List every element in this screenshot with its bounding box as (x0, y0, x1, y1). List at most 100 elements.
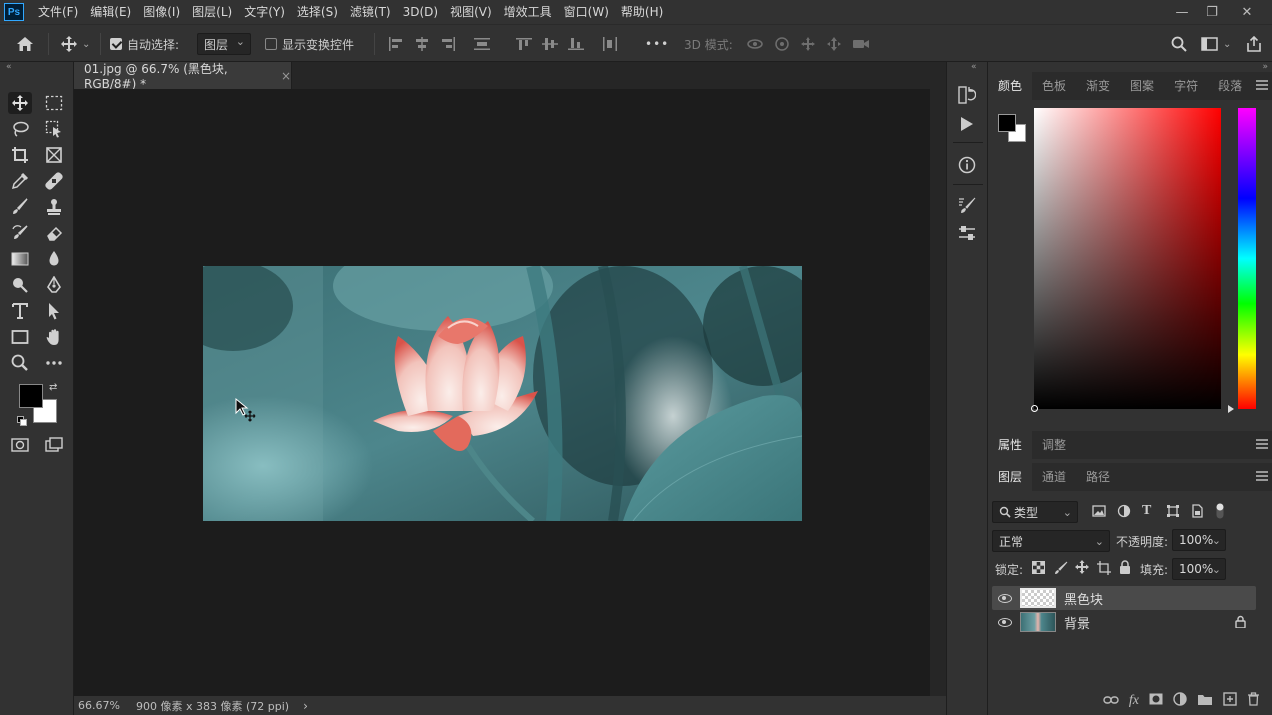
align-bottom-icon[interactable] (568, 25, 584, 63)
quick-mask-icon[interactable] (8, 434, 32, 456)
align-hcenter-icon[interactable] (414, 25, 430, 63)
lock-artboard-icon[interactable] (1097, 561, 1111, 578)
panel-tab-layers-tabs-1[interactable]: 通道 (1032, 463, 1076, 491)
properties-panel-menu-icon[interactable] (1256, 439, 1268, 449)
screen-mode-icon[interactable] (42, 434, 66, 456)
more-options-icon[interactable]: ••• (645, 25, 669, 63)
object-selection-tool-icon[interactable] (42, 118, 66, 140)
filter-smart-object-icon[interactable] (1190, 504, 1204, 521)
zoom-tool-icon[interactable] (8, 352, 32, 374)
color-panel-menu-icon[interactable] (1256, 80, 1268, 90)
menu-item-10[interactable]: 窗口(W) (558, 0, 615, 24)
pan-3d-icon[interactable] (800, 25, 816, 63)
canvas-area[interactable] (74, 89, 930, 696)
lock-transparent-pixels-icon[interactable] (1032, 561, 1045, 577)
panel-tab-color-tabs-4[interactable]: 字符 (1164, 72, 1208, 100)
auto-select-checkbox[interactable]: 自动选择: (110, 25, 179, 63)
foreground-color-swatch[interactable] (19, 384, 43, 408)
filter-adjustment-layer-icon[interactable] (1117, 504, 1131, 521)
panel-tab-color-tabs-3[interactable]: 图案 (1120, 72, 1164, 100)
share-icon[interactable] (1246, 25, 1262, 63)
pen-tool-icon[interactable] (42, 274, 66, 296)
show-transform-checkbox[interactable]: 显示变换控件 (265, 25, 354, 63)
scale-3d-camera-icon[interactable] (852, 25, 870, 63)
panel-tab-color-tabs-5[interactable]: 段落 (1208, 72, 1252, 100)
document-tab[interactable]: 01.jpg @ 66.7% (黑色块, RGB/8#) * × (74, 62, 292, 91)
hue-slider[interactable] (1238, 108, 1256, 409)
workspace-icon[interactable]: ⌄ (1201, 25, 1231, 63)
align-right-icon[interactable] (440, 25, 456, 63)
brush-tool-icon[interactable] (8, 196, 32, 218)
color-panel-foreground-swatch[interactable] (998, 114, 1016, 132)
panel-tab-color-tabs-1[interactable]: 色板 (1032, 72, 1076, 100)
menu-item-7[interactable]: 3D(D) (397, 0, 444, 24)
opacity-input[interactable]: 100% ⌄ (1172, 529, 1226, 551)
edit-toolbar-icon[interactable] (42, 352, 66, 374)
color-picker-marker[interactable] (1031, 405, 1038, 412)
move-tool-icon[interactable] (8, 92, 32, 114)
layer-name[interactable]: 背景 (1064, 613, 1090, 632)
delete-layer-icon[interactable] (1247, 692, 1260, 710)
info-panel-icon[interactable] (958, 156, 976, 177)
layer-visibility-eye-icon[interactable] (998, 617, 1012, 627)
restore-icon[interactable]: ❐ (1197, 0, 1227, 24)
type-tool-icon[interactable] (8, 300, 32, 322)
healing-brush-tool-icon[interactable] (42, 170, 66, 192)
filter-pixel-layer-icon[interactable] (1092, 504, 1106, 521)
eraser-tool-icon[interactable] (42, 222, 66, 244)
move-tool-preset-icon[interactable]: ⌄ (60, 25, 90, 63)
panel-tab-color-tabs-0[interactable]: 颜色 (988, 72, 1033, 100)
zoom-level[interactable]: 66.67% (78, 699, 136, 712)
lock-image-pixels-icon[interactable] (1054, 561, 1068, 578)
new-group-icon[interactable] (1197, 693, 1213, 710)
vertical-scrollbar[interactable] (930, 89, 946, 696)
panel-tab-layers-tabs-2[interactable]: 路径 (1076, 463, 1120, 491)
show-transform-check-icon[interactable] (265, 38, 277, 50)
orbit-3d-icon[interactable] (746, 25, 764, 63)
align-vcenter-icon[interactable] (542, 25, 558, 63)
frame-tool-icon[interactable] (42, 144, 66, 166)
layers-panel-menu-icon[interactable] (1256, 471, 1268, 481)
distribute-horizontal-icon[interactable] (602, 25, 618, 63)
layer-filter-dropdown[interactable]: 类型 ⌄ (992, 501, 1078, 523)
lasso-tool-icon[interactable] (8, 118, 32, 140)
menu-item-3[interactable]: 图层(L) (186, 0, 238, 24)
layer-lock-icon[interactable] (1235, 615, 1246, 632)
distribute-vertical-icon[interactable] (474, 25, 490, 63)
close-window-icon[interactable]: ✕ (1232, 0, 1262, 24)
blur-tool-icon[interactable] (42, 248, 66, 270)
search-icon[interactable] (1171, 25, 1187, 63)
lock-position-icon[interactable] (1075, 560, 1089, 577)
fill-input[interactable]: 100% ⌄ (1172, 558, 1226, 580)
rectangle-tool-icon[interactable] (8, 326, 32, 348)
color-saturation-field[interactable] (1031, 108, 1221, 412)
layer-name[interactable]: 黑色块 (1064, 589, 1103, 608)
new-layer-icon[interactable] (1223, 692, 1237, 710)
history-panel-icon[interactable] (958, 86, 977, 107)
document-image[interactable] (203, 266, 802, 521)
close-tab-icon[interactable]: × (281, 69, 291, 83)
swap-colors-icon[interactable]: ⇄ (49, 382, 57, 393)
panel-tab-layers-tabs-0[interactable]: 图层 (988, 463, 1033, 491)
eyedropper-tool-icon[interactable] (8, 170, 32, 192)
layer-row-black-block[interactable]: 黑色块 (992, 586, 1256, 610)
history-brush-tool-icon[interactable] (8, 222, 32, 244)
blend-mode-dropdown[interactable]: 正常 ⌄ (992, 530, 1110, 552)
collapse-toolbar-icon[interactable]: « (6, 62, 12, 72)
layer-visibility-eye-icon[interactable] (998, 593, 1012, 603)
auto-select-target-dropdown[interactable]: 图层 (197, 33, 252, 55)
minimize-icon[interactable]: — (1167, 0, 1197, 24)
actions-play-icon[interactable] (960, 116, 974, 135)
menu-item-4[interactable]: 文字(Y) (238, 0, 291, 24)
hue-slider-marker[interactable] (1228, 405, 1234, 413)
gradient-tool-icon[interactable] (8, 248, 32, 270)
new-adjustment-layer-icon[interactable] (1173, 692, 1187, 710)
crop-tool-icon[interactable] (8, 144, 32, 166)
home-icon[interactable] (16, 25, 34, 63)
adjustments-sliders-icon[interactable] (958, 224, 976, 245)
menu-item-1[interactable]: 编辑(E) (84, 0, 137, 24)
menu-item-6[interactable]: 滤镜(T) (344, 0, 397, 24)
link-layers-icon[interactable] (1103, 694, 1119, 709)
panel-tab-props-tabs-0[interactable]: 属性 (988, 431, 1033, 459)
roll-3d-icon[interactable] (773, 25, 791, 63)
